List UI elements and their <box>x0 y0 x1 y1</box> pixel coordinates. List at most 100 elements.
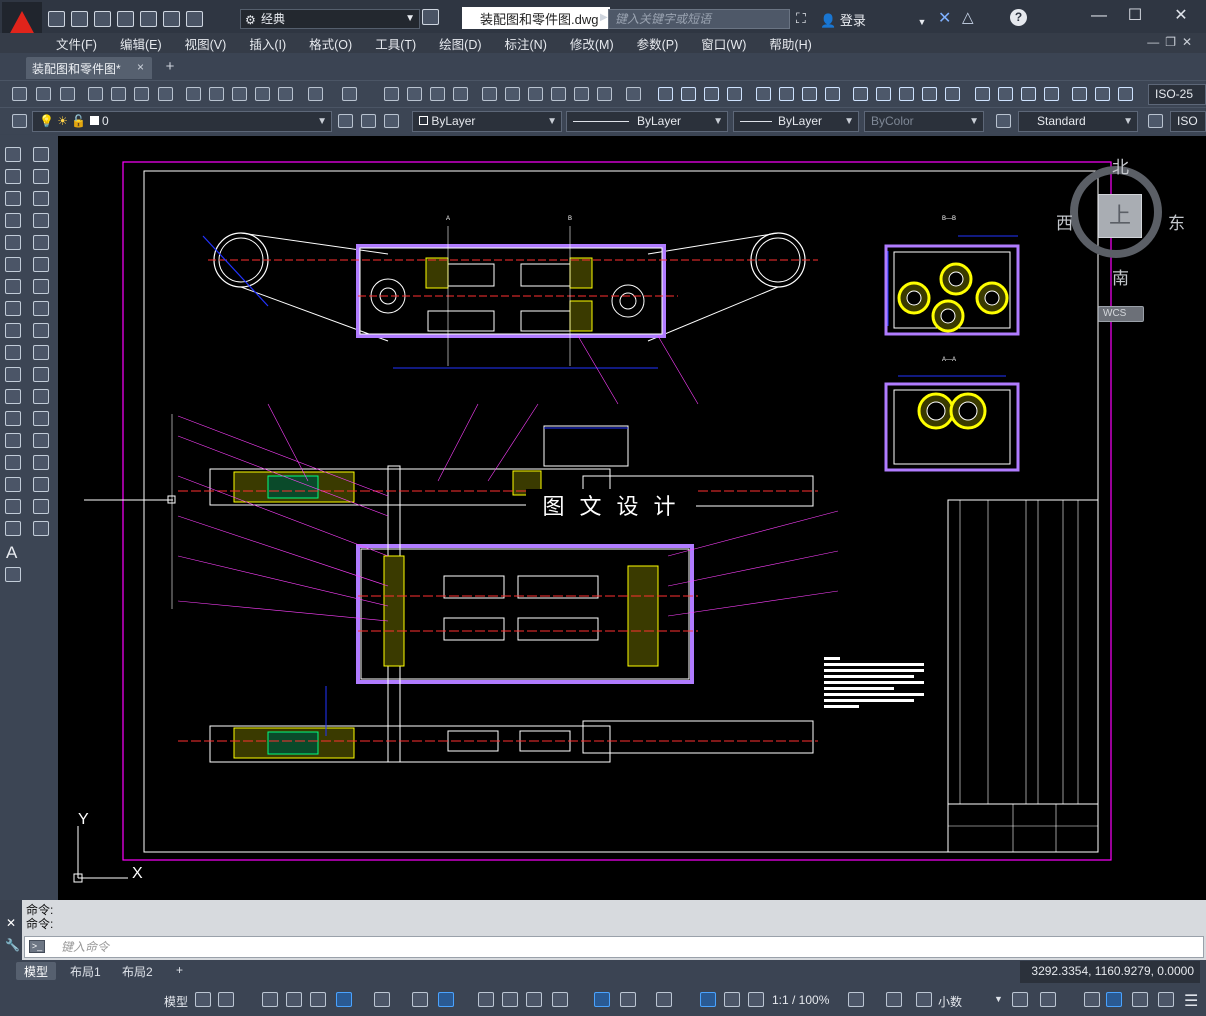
command-panel-handle[interactable]: ✕ 🔧 <box>0 900 22 960</box>
a360-icon[interactable]: △ <box>962 8 974 26</box>
menu-file[interactable]: 文件(F) <box>56 34 97 53</box>
array-icon[interactable] <box>33 235 49 250</box>
viewcube-north[interactable]: 北 <box>1112 153 1129 178</box>
new-file-icon[interactable] <box>48 11 65 27</box>
insert-block-icon[interactable] <box>5 389 21 404</box>
rectangle-icon[interactable] <box>5 235 21 250</box>
properties-icon[interactable] <box>482 87 497 101</box>
viewcube[interactable]: 上 北 南 东 西 WCS <box>1056 136 1185 326</box>
grid-icon[interactable] <box>195 992 211 1007</box>
tab-layout1[interactable]: 布局1 <box>62 962 109 980</box>
sheet-set-icon[interactable] <box>551 87 566 101</box>
quick-dimension-icon[interactable] <box>853 87 868 101</box>
undo-icon[interactable] <box>163 11 180 27</box>
ordinate-dimension-icon[interactable] <box>727 87 742 101</box>
save-icon[interactable] <box>60 87 75 101</box>
chevron-right-icon[interactable]: ▶ <box>600 12 608 23</box>
workspace-switching-icon[interactable] <box>848 992 864 1007</box>
close-tab-icon[interactable]: × <box>137 60 144 74</box>
zoom-window-icon[interactable] <box>430 87 445 101</box>
polyline-icon[interactable] <box>5 191 21 206</box>
object-snap-icon[interactable] <box>438 992 454 1007</box>
undo-icon[interactable] <box>308 87 323 101</box>
object-snap-tracking-icon[interactable] <box>412 992 428 1007</box>
model-space-button[interactable]: 模型 <box>164 993 188 1010</box>
dynamic-ucs-icon[interactable] <box>594 992 610 1007</box>
graphics-performance-icon[interactable] <box>1132 992 1148 1007</box>
customization-menu-icon[interactable]: ☰ <box>1184 991 1198 1011</box>
arc-length-icon[interactable] <box>704 87 719 101</box>
make-current-layer-icon[interactable] <box>338 114 353 128</box>
isometric-icon[interactable] <box>374 992 390 1007</box>
infer-constraints-icon[interactable] <box>262 992 278 1007</box>
close-command-icon[interactable]: ✕ <box>6 916 16 930</box>
blend-curves-icon[interactable] <box>33 499 49 514</box>
selection-cycling-icon[interactable] <box>526 992 542 1007</box>
login-button[interactable]: 👤 登录 ▼ <box>820 10 926 29</box>
dimension-space-icon[interactable] <box>922 87 937 101</box>
break-at-point-icon[interactable] <box>33 389 49 404</box>
gizmo-icon[interactable] <box>656 992 672 1007</box>
cut-icon[interactable] <box>186 87 201 101</box>
drawing-canvas[interactable]: A B B—B A—A X Y 图 文 设 计 上 北 南 东 西 WCS <box>58 136 1206 900</box>
layer-properties-icon[interactable] <box>12 114 27 128</box>
paste-icon[interactable] <box>232 87 247 101</box>
save-as-icon[interactable] <box>117 11 134 27</box>
continue-dimension-icon[interactable] <box>899 87 914 101</box>
3d-print-icon[interactable] <box>158 87 173 101</box>
copy-icon[interactable] <box>209 87 224 101</box>
menu-modify[interactable]: 修改(M) <box>570 34 614 53</box>
mirror-icon[interactable] <box>33 191 49 206</box>
zoom-realtime-icon[interactable] <box>407 87 422 101</box>
selection-filter-icon[interactable] <box>620 992 636 1007</box>
radius-dimension-icon[interactable] <box>756 87 771 101</box>
tolerance-icon[interactable] <box>975 87 990 101</box>
design-center-icon[interactable] <box>505 87 520 101</box>
dimension-style-select-2[interactable]: ISO <box>1170 111 1206 132</box>
quick-properties-icon[interactable] <box>1012 992 1028 1007</box>
units-icon[interactable] <box>916 992 932 1007</box>
add-selected-icon[interactable] <box>5 567 21 582</box>
print-icon[interactable] <box>140 11 157 27</box>
new-file-icon[interactable] <box>12 87 27 101</box>
region-icon[interactable] <box>5 499 21 514</box>
layer-select[interactable]: 💡 ☀ 🔓 0 ▼ <box>32 111 332 132</box>
units-value[interactable]: 小数 <box>938 993 962 1010</box>
circle-icon[interactable] <box>5 279 21 294</box>
redo-icon[interactable] <box>342 87 357 101</box>
spline-icon[interactable] <box>5 323 21 338</box>
jogged-linear-icon[interactable] <box>1044 87 1059 101</box>
search-input[interactable]: 键入关键字或短语 <box>608 9 790 29</box>
stretch-icon[interactable] <box>33 323 49 338</box>
dimension-update-icon[interactable] <box>1118 87 1133 101</box>
close-button[interactable]: ✕ <box>1166 6 1196 28</box>
3d-object-snap-icon[interactable] <box>552 992 568 1007</box>
erase-icon[interactable] <box>33 147 49 162</box>
scale-icon[interactable] <box>33 301 49 316</box>
customize-wrench-icon[interactable]: 🔧 <box>5 938 20 952</box>
block-editor-icon[interactable] <box>278 87 293 101</box>
multiline-text-icon[interactable]: A <box>6 543 17 563</box>
tool-palettes-icon[interactable] <box>528 87 543 101</box>
point-icon[interactable] <box>5 433 21 448</box>
dimension-style-icon[interactable] <box>1148 114 1163 128</box>
trim-icon[interactable] <box>33 345 49 360</box>
menu-dimension[interactable]: 标注(N) <box>505 34 547 53</box>
baseline-dimension-icon[interactable] <box>876 87 891 101</box>
linear-dimension-icon[interactable] <box>658 87 673 101</box>
angular-dimension-icon[interactable] <box>825 87 840 101</box>
diameter-dimension-icon[interactable] <box>802 87 817 101</box>
minimize-button[interactable]: — <box>1084 6 1114 28</box>
annotation-scale-value[interactable]: 1:1 / 100% <box>772 993 829 1007</box>
fillet-icon[interactable] <box>33 477 49 492</box>
aligned-dimension-icon[interactable] <box>681 87 696 101</box>
extend-icon[interactable] <box>33 367 49 382</box>
menu-tools[interactable]: 工具(T) <box>375 34 416 53</box>
explode-icon[interactable] <box>33 521 49 536</box>
polar-tracking-icon[interactable] <box>336 992 352 1007</box>
clean-screen-icon[interactable] <box>1158 992 1174 1007</box>
viewcube-top-face[interactable]: 上 <box>1098 194 1142 238</box>
file-tab[interactable]: 装配图和零件图* × <box>26 57 152 79</box>
command-input[interactable]: >_ 键入命令 <box>24 936 1204 958</box>
exchange-icon[interactable]: ✕ <box>938 8 951 28</box>
